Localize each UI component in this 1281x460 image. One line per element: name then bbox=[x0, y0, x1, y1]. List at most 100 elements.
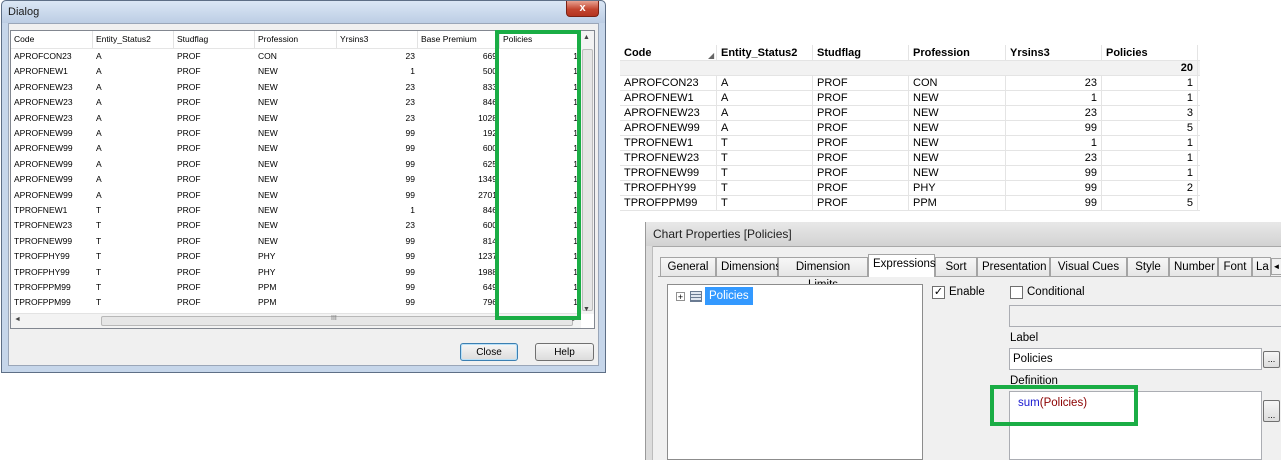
expand-plus-icon[interactable]: + bbox=[676, 292, 685, 302]
pivot-column-header[interactable]: Profession bbox=[909, 45, 1006, 61]
table-cell: 833 bbox=[482, 81, 497, 92]
close-button[interactable]: Close bbox=[460, 343, 518, 361]
pivot-cell: PROF bbox=[813, 106, 909, 121]
table-cell: 814 bbox=[482, 235, 497, 246]
enable-checkbox[interactable]: ✓ bbox=[932, 286, 945, 299]
pivot-row[interactable]: TPROFPPM99 T PROF PPM 99 5 bbox=[620, 196, 1200, 211]
table-cell: 1349 bbox=[478, 174, 497, 185]
grid-vertical-scroll-thumb[interactable] bbox=[582, 49, 593, 311]
tab-dimension-limits[interactable]: Dimension Limits bbox=[778, 257, 868, 291]
tab-visual-cues[interactable]: Visual Cues bbox=[1050, 257, 1127, 276]
pivot-cell: PROF bbox=[813, 136, 909, 151]
pivot-cell: PROF bbox=[813, 166, 909, 181]
pivot-column-header[interactable]: Entity_Status2 bbox=[717, 45, 813, 61]
pivot-row[interactable]: TPROFPHY99 T PROF PHY 99 2 bbox=[620, 181, 1200, 196]
label-ellipsis-button[interactable]: ... bbox=[1263, 351, 1280, 368]
table-cell: PROF bbox=[177, 51, 201, 61]
pivot-row[interactable]: APROFCON23 A PROF CON 23 1 bbox=[620, 76, 1200, 91]
pivot-row[interactable]: TPROFNEW23 T PROF NEW 23 1 bbox=[620, 151, 1200, 166]
definition-ellipsis-button[interactable]: ... bbox=[1263, 400, 1280, 422]
conditional-field[interactable] bbox=[1009, 305, 1281, 327]
pivot-cell: PROF bbox=[813, 121, 909, 136]
table-cell: 669 bbox=[482, 51, 497, 61]
table-cell: A bbox=[96, 143, 102, 154]
grid-column-header[interactable]: Yrsins3 bbox=[337, 31, 418, 48]
expressions-list[interactable]: + Policies bbox=[667, 284, 923, 460]
tab-expressions[interactable]: Expressions bbox=[868, 254, 936, 277]
tab-font[interactable]: Font bbox=[1218, 257, 1252, 276]
pivot-cell: T bbox=[717, 196, 813, 211]
table-cell: A bbox=[96, 158, 102, 169]
table-cell: PROF bbox=[177, 251, 201, 262]
pivot-cell: 1 bbox=[1006, 91, 1102, 106]
enable-label: Enable bbox=[949, 286, 985, 298]
table-cell: NEW bbox=[258, 174, 278, 185]
table-cell: A bbox=[96, 189, 102, 200]
grid-vertical-scrollbar[interactable]: ▲ ▼ bbox=[579, 31, 594, 314]
pivot-cell: PPM bbox=[909, 196, 1006, 211]
tab-presentation[interactable]: Presentation bbox=[977, 257, 1050, 276]
pivot-cell: PROF bbox=[813, 181, 909, 196]
table-cell: PROF bbox=[177, 66, 201, 77]
pivot-column-header[interactable]: Yrsins3 bbox=[1006, 45, 1102, 61]
table-cell: T bbox=[96, 235, 102, 246]
grid-column-header[interactable]: Entity_Status2 bbox=[93, 31, 174, 48]
table-cell: 99 bbox=[405, 266, 415, 277]
table-cell: 846 bbox=[482, 97, 497, 108]
pivot-column-header[interactable]: Code bbox=[620, 45, 717, 61]
pivot-cell: NEW bbox=[909, 91, 1006, 106]
table-cell: A bbox=[96, 128, 102, 138]
scroll-left-icon[interactable]: ◄ bbox=[14, 316, 21, 323]
pivot-cell: 99 bbox=[1006, 181, 1102, 196]
grid-column-header[interactable]: Code bbox=[11, 31, 93, 48]
tab-dimensions[interactable]: Dimensions bbox=[716, 257, 781, 276]
table-cell: PPM bbox=[258, 282, 277, 292]
pivot-column-header[interactable]: Studflag bbox=[813, 45, 909, 61]
conditional-checkbox[interactable] bbox=[1010, 286, 1023, 299]
help-button[interactable]: Help bbox=[535, 343, 594, 361]
table-cell: 99 bbox=[405, 174, 415, 185]
table-cell: PROF bbox=[177, 158, 201, 169]
pivot-cell: PROF bbox=[813, 196, 909, 211]
table-cell: 99 bbox=[405, 251, 415, 262]
table-cell: TPROFNEW99 bbox=[14, 235, 73, 246]
label-field[interactable]: Policies bbox=[1009, 348, 1262, 370]
expression-item-policies[interactable]: Policies bbox=[705, 287, 753, 305]
dialog-close-x-button[interactable]: x bbox=[566, 1, 599, 17]
table-cell: PHY bbox=[258, 266, 276, 277]
pivot-row[interactable]: APROFNEW23 A PROF NEW 23 3 bbox=[620, 106, 1200, 121]
scroll-up-icon[interactable]: ▲ bbox=[583, 34, 590, 41]
tab-style[interactable]: Style bbox=[1127, 257, 1169, 276]
table-cell: PROF bbox=[177, 174, 201, 185]
tab-sort[interactable]: Sort bbox=[935, 257, 977, 276]
pivot-cell: 23 bbox=[1006, 151, 1102, 166]
pivot-cell: NEW bbox=[909, 121, 1006, 136]
pivot-row[interactable]: TPROFNEW99 T PROF NEW 99 1 bbox=[620, 166, 1200, 181]
table-cell: TPROFNEW23 bbox=[14, 220, 73, 231]
grid-column-header[interactable]: Profession bbox=[255, 31, 337, 48]
pivot-cell: CON bbox=[909, 76, 1006, 91]
table-cell: T bbox=[96, 220, 102, 231]
table-cell: APROFNEW99 bbox=[14, 174, 73, 185]
pivot-cell: 99 bbox=[1006, 196, 1102, 211]
table-cell: 2701 bbox=[478, 189, 497, 200]
window-edge bbox=[646, 246, 653, 460]
pivot-column-header[interactable]: Policies bbox=[1102, 45, 1198, 61]
table-cell: NEW bbox=[258, 143, 278, 154]
table-cell: TPROFPHY99 bbox=[14, 266, 70, 277]
pivot-cell: T bbox=[717, 181, 813, 196]
table-cell: PHY bbox=[258, 251, 276, 262]
pivot-row[interactable]: TPROFNEW1 T PROF NEW 1 1 bbox=[620, 136, 1200, 151]
tab-number[interactable]: Number bbox=[1169, 257, 1218, 276]
table-cell: 1988 bbox=[478, 266, 497, 277]
table-cell: 192 bbox=[482, 128, 497, 138]
pivot-cell: NEW bbox=[909, 151, 1006, 166]
tab-general[interactable]: General bbox=[660, 257, 716, 276]
tab-la[interactable]: La bbox=[1252, 257, 1271, 276]
scroll-down-icon[interactable]: ▼ bbox=[583, 306, 590, 313]
pivot-row[interactable]: APROFNEW99 A PROF NEW 99 5 bbox=[620, 121, 1200, 136]
grid-column-header[interactable]: Base Premium bbox=[418, 31, 500, 48]
tab-scroll-left-icon[interactable]: ◄ bbox=[1271, 258, 1281, 275]
pivot-row[interactable]: APROFNEW1 A PROF NEW 1 1 bbox=[620, 91, 1200, 106]
grid-column-header[interactable]: Studflag bbox=[174, 31, 255, 48]
